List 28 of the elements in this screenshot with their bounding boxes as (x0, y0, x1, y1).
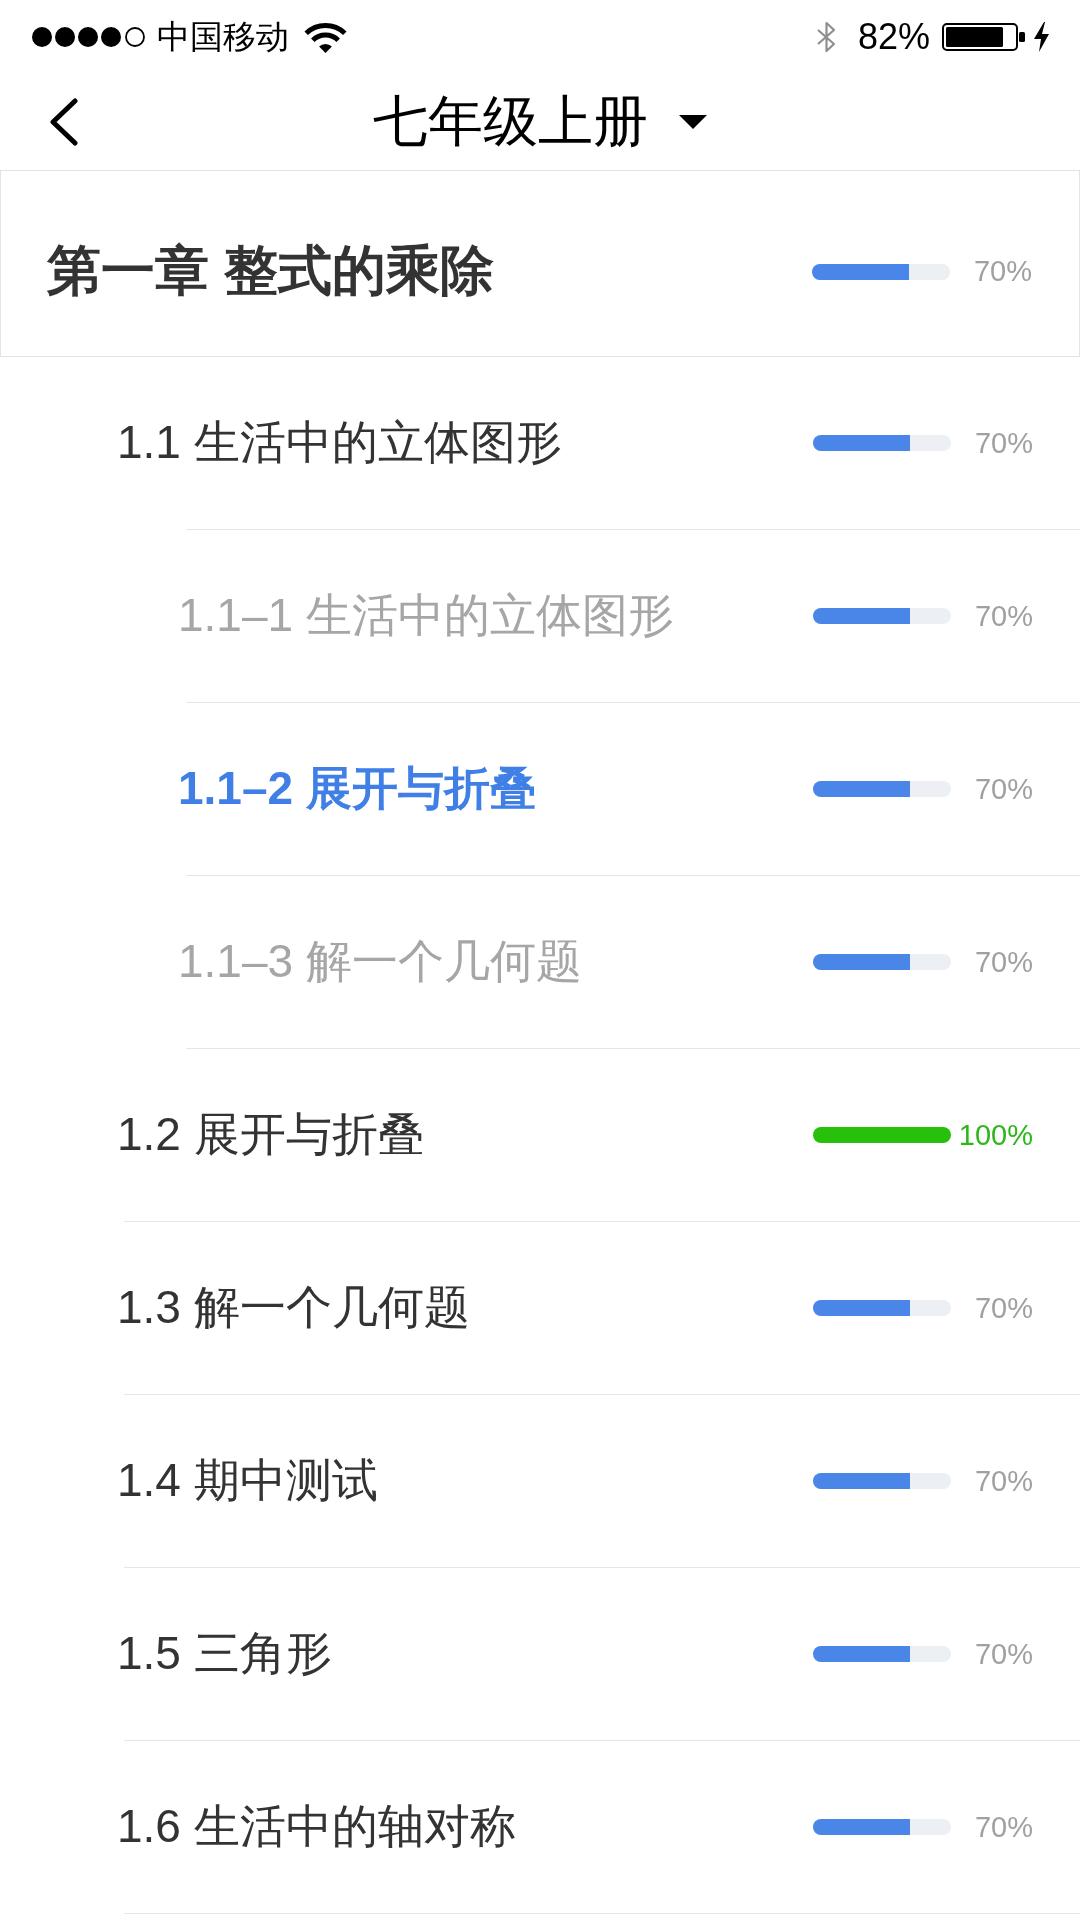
battery-percent: 82% (857, 16, 930, 58)
back-icon[interactable] (48, 98, 80, 146)
progress-percent: 70% (973, 772, 1033, 806)
section-title[interactable]: 1.1 生活中的立体图形 (117, 412, 813, 474)
caret-icon[interactable] (679, 115, 707, 129)
progress-percent: 100% (957, 1118, 1033, 1152)
progress-percent: 70% (973, 1464, 1033, 1498)
chapter-title: 第一章 整式的乘除 (47, 239, 495, 302)
progress-percent: 70% (973, 1637, 1033, 1671)
section-title[interactable]: 1.6 生活中的轴对称 (117, 1796, 813, 1858)
progress-percent: 70% (973, 1291, 1033, 1325)
section-title[interactable]: 1.3 解一个几何题 (117, 1277, 813, 1339)
subsection-title[interactable]: 1.1–2 展开与折叠 (178, 758, 813, 820)
progress-percent: 70% (972, 255, 1032, 288)
progress-percent: 70% (973, 599, 1033, 633)
charging-bolt-icon (1033, 22, 1050, 52)
carrier-name: 中国移动 (157, 16, 289, 57)
section-title[interactable]: 1.2 展开与折叠 (117, 1104, 813, 1166)
progress-percent: 70% (973, 426, 1033, 460)
signal-icon (31, 26, 147, 48)
nav-title[interactable]: 七年级上册 (373, 85, 648, 159)
battery-icon (942, 23, 1026, 51)
section-title[interactable]: 1.4 期中测试 (117, 1450, 813, 1512)
progress-percent: 70% (973, 945, 1033, 979)
progress-percent: 70% (973, 1810, 1033, 1844)
section-title[interactable]: 1.5 三角形 (117, 1623, 813, 1685)
chapter-header[interactable]: 第一章 整式的乘除 70% (0, 170, 1080, 357)
wifi-icon (303, 20, 348, 54)
